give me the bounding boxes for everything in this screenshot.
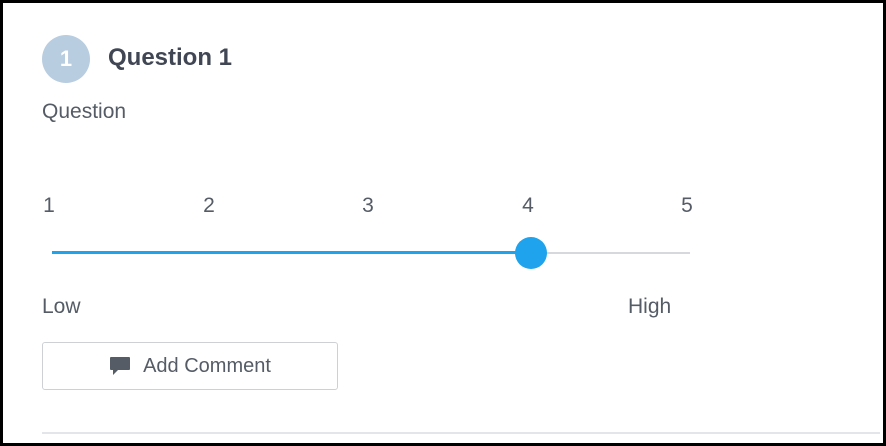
question-card: 1 Question 1 Question 1 2 3 4 5 Low High… — [3, 3, 883, 443]
rating-slider[interactable] — [52, 233, 690, 273]
add-comment-label: Add Comment — [143, 354, 271, 377]
comment-icon — [110, 357, 131, 375]
scale-label-2: 2 — [203, 194, 215, 217]
add-comment-button[interactable]: Add Comment — [42, 342, 338, 390]
scale-high-label: High — [628, 295, 672, 318]
scale-low-label: Low — [42, 295, 81, 318]
section-divider — [42, 432, 880, 434]
scale-label-5: 5 — [681, 194, 693, 217]
scale-label-1: 1 — [43, 194, 55, 217]
scale-label-4: 4 — [522, 194, 534, 217]
question-text: Question — [42, 100, 127, 123]
slider-thumb[interactable] — [514, 237, 547, 269]
question-number-badge: 1 — [42, 35, 90, 83]
page-frame: 1 Question 1 Question 1 2 3 4 5 Low High… — [0, 0, 886, 446]
question-title: Question 1 — [108, 44, 233, 71]
scale-label-3: 3 — [362, 194, 374, 217]
slider-track-fill — [52, 251, 531, 254]
